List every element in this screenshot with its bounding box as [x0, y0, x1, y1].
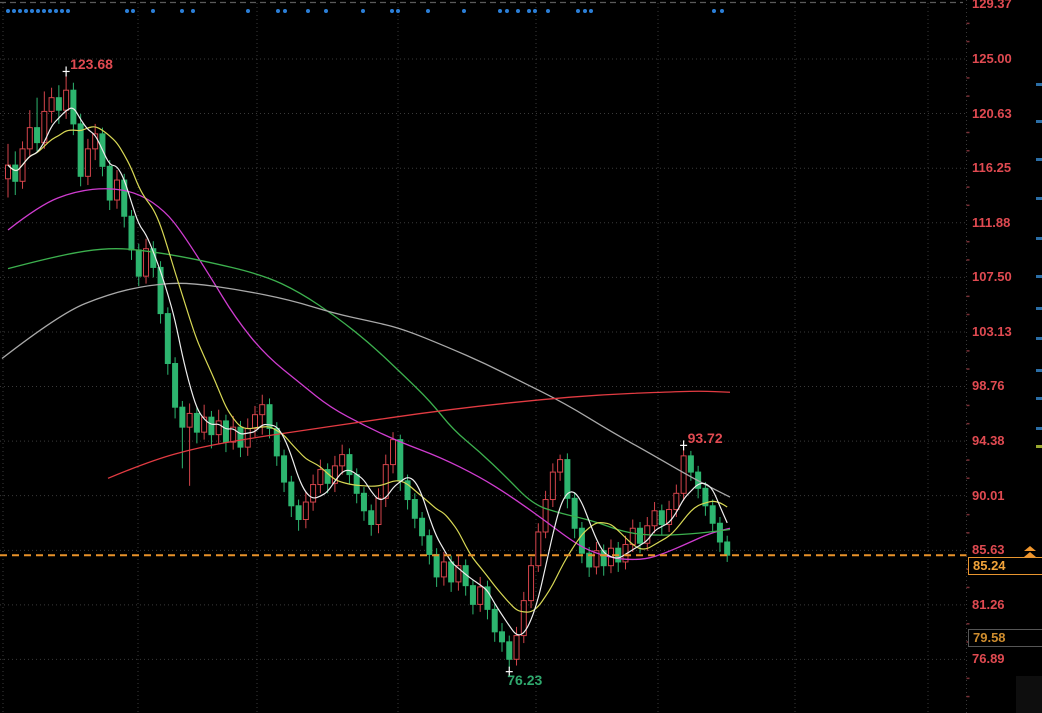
price-axis-label: 111.88 [972, 216, 1010, 230]
ma_gray-line [2, 283, 730, 497]
annotation-major-high-label: 123.68 [70, 56, 113, 72]
stock-chart-screen: 123.68 93.72 76.23 129.37 125.00 120.63 116… [0, 0, 1042, 713]
ma_red-line [108, 391, 730, 478]
candlestick-chart[interactable] [0, 0, 1042, 713]
annotation-recent-high-label: 93.72 [688, 430, 723, 446]
price-axis-label: 98.76 [972, 379, 1005, 393]
price-axis-label: 103.13 [972, 325, 1012, 339]
price-axis-label: 90.01 [972, 489, 1005, 503]
cost-price-marker: 79.58 [968, 629, 1042, 647]
ma_red-layer [108, 391, 730, 478]
current-price-marker: 85.24 [968, 557, 1042, 575]
price-axis-label: 107.50 [972, 270, 1012, 284]
edge-volume-ticks [1036, 83, 1042, 448]
price-axis-label: 76.89 [972, 652, 1005, 666]
axis-corner-panel [1016, 676, 1042, 713]
annotation-markers [63, 66, 687, 676]
annotation-major-low-label: 76.23 [507, 672, 542, 688]
annotation-recent-high: 93.72 [688, 430, 723, 446]
price-axis-label: 94.38 [972, 434, 1005, 448]
signal-dots [6, 9, 724, 13]
annotation-major-high: 123.68 [70, 56, 113, 72]
ma_green-layer [8, 249, 730, 535]
annotation-major-low: 76.23 [507, 672, 542, 688]
ma_green-line [8, 249, 730, 535]
price-axis-label: 116.25 [972, 161, 1011, 175]
price-axis-label: 129.37 [972, 0, 1012, 11]
ma_magenta-layer [8, 189, 730, 560]
gridlines [0, 3, 965, 713]
ma_gray-layer [2, 283, 730, 497]
price-axis-label: 85.63 [972, 543, 1005, 557]
price-axis-label: 120.63 [972, 107, 1012, 121]
price-axis-label: 81.26 [972, 598, 1005, 612]
candles [6, 75, 730, 667]
ma_magenta-line [8, 189, 730, 560]
price-axis-label: 125.00 [972, 52, 1012, 66]
